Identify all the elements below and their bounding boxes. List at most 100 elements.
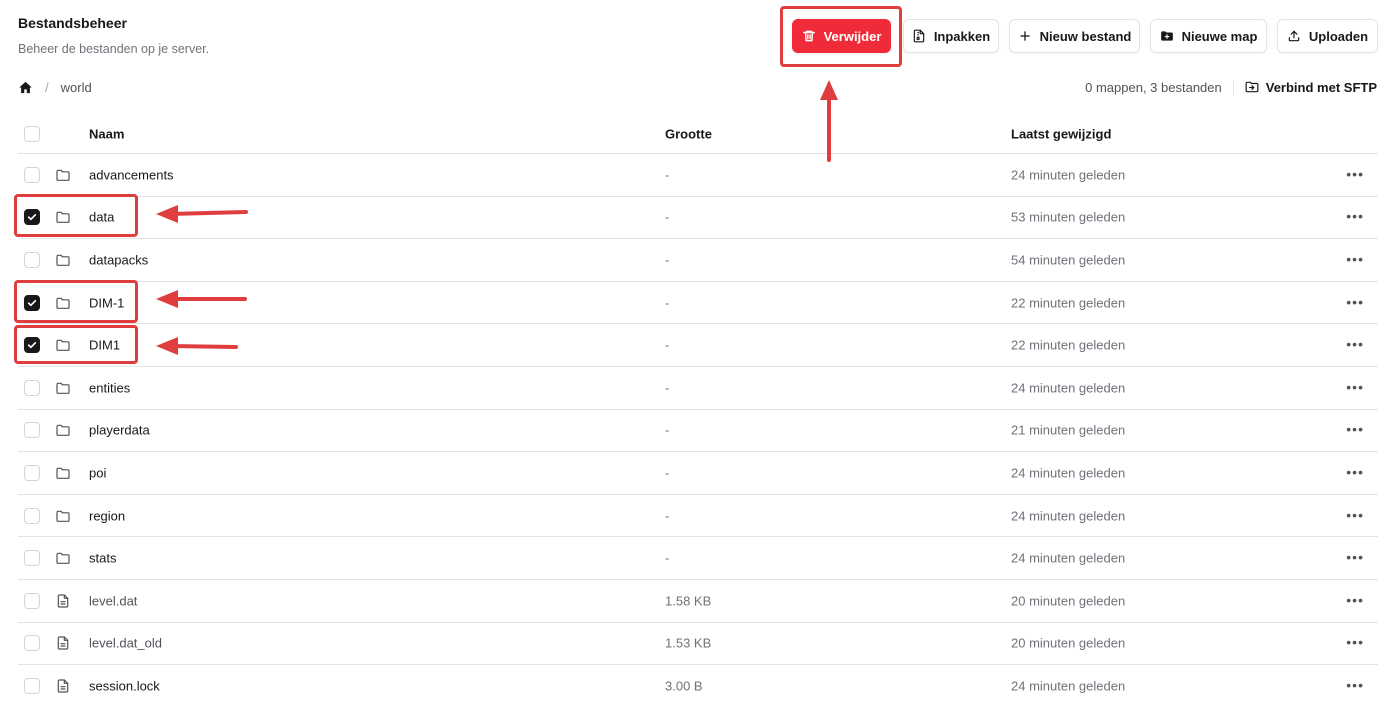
row-checkbox[interactable] bbox=[24, 464, 40, 481]
row-name[interactable]: stats bbox=[89, 551, 116, 566]
row-checkbox[interactable] bbox=[24, 294, 40, 311]
table-row[interactable]: level.dat 1.58 KB 20 minuten geleden ••• bbox=[18, 580, 1378, 623]
column-header-name[interactable]: Naam bbox=[89, 126, 124, 141]
folder-plus-icon bbox=[1160, 31, 1173, 41]
row-name[interactable]: entities bbox=[89, 380, 130, 395]
table-row[interactable]: entities - 24 minuten geleden ••• bbox=[18, 367, 1378, 410]
row-modified: 21 minuten geleden bbox=[1011, 422, 1126, 438]
row-menu-icon[interactable]: ••• bbox=[1346, 295, 1364, 309]
delete-button[interactable]: Verwijder bbox=[792, 19, 891, 53]
table-row[interactable]: poi - 24 minuten geleden ••• bbox=[18, 452, 1378, 495]
row-modified: 22 minuten geleden bbox=[1011, 337, 1126, 353]
table-row[interactable]: stats - 24 minuten geleden ••• bbox=[18, 537, 1378, 580]
row-menu-icon[interactable]: ••• bbox=[1346, 678, 1364, 692]
row-checkbox[interactable] bbox=[24, 422, 40, 439]
home-icon[interactable] bbox=[18, 80, 33, 95]
row-modified: 54 minuten geleden bbox=[1011, 252, 1126, 268]
trash-icon bbox=[802, 30, 815, 42]
plus-icon bbox=[1019, 31, 1030, 41]
row-checkbox[interactable] bbox=[24, 166, 40, 183]
row-modified: 53 minuten geleden bbox=[1011, 209, 1126, 225]
row-menu-icon[interactable]: ••• bbox=[1346, 380, 1364, 394]
row-menu-icon[interactable]: ••• bbox=[1346, 422, 1364, 436]
row-name[interactable]: region bbox=[89, 508, 125, 523]
row-name[interactable]: datapacks bbox=[89, 252, 148, 267]
row-checkbox[interactable] bbox=[24, 379, 40, 396]
row-size: 1.58 KB bbox=[665, 593, 712, 609]
file-icon bbox=[55, 635, 71, 651]
row-name[interactable]: playerdata bbox=[89, 423, 150, 438]
new-folder-button-label: Nieuwe map bbox=[1181, 28, 1258, 44]
folder-icon bbox=[55, 508, 71, 524]
folder-icon bbox=[55, 337, 71, 353]
row-checkbox[interactable] bbox=[24, 337, 40, 354]
new-file-button[interactable]: Nieuw bestand bbox=[1009, 19, 1140, 53]
table-row[interactable]: region - 24 minuten geleden ••• bbox=[18, 495, 1378, 538]
folder-icon bbox=[55, 422, 71, 438]
row-checkbox[interactable] bbox=[24, 592, 40, 609]
breadcrumb: / world bbox=[18, 78, 92, 96]
row-checkbox[interactable] bbox=[24, 209, 40, 226]
row-size: - bbox=[665, 337, 670, 353]
table-row[interactable]: datapacks - 54 minuten geleden ••• bbox=[18, 239, 1378, 282]
upload-button[interactable]: Uploaden bbox=[1277, 19, 1378, 53]
row-name[interactable]: level.dat_old bbox=[89, 636, 162, 651]
row-size: - bbox=[665, 465, 670, 481]
row-modified: 22 minuten geleden bbox=[1011, 295, 1126, 311]
row-checkbox[interactable] bbox=[24, 678, 40, 695]
file-archive-icon bbox=[913, 29, 925, 43]
row-checkbox[interactable] bbox=[24, 507, 40, 524]
row-menu-icon[interactable]: ••• bbox=[1346, 465, 1364, 479]
table-row[interactable]: data - 53 minuten geleden ••• bbox=[18, 197, 1378, 240]
row-name[interactable]: session.lock bbox=[89, 679, 160, 694]
row-menu-icon[interactable]: ••• bbox=[1346, 550, 1364, 564]
row-checkbox[interactable] bbox=[24, 251, 40, 268]
table-row[interactable]: level.dat_old 1.53 KB 20 minuten geleden ••… bbox=[18, 623, 1378, 666]
row-checkbox[interactable] bbox=[24, 635, 40, 652]
folder-icon bbox=[55, 209, 71, 225]
select-all-checkbox[interactable] bbox=[24, 125, 40, 142]
file-count: 0 mappen, 3 bestanden bbox=[1085, 79, 1234, 95]
row-name[interactable]: DIM-1 bbox=[89, 295, 124, 310]
row-size: - bbox=[665, 422, 670, 438]
row-menu-icon[interactable]: ••• bbox=[1346, 508, 1364, 522]
row-menu-icon[interactable]: ••• bbox=[1346, 635, 1364, 649]
new-file-button-label: Nieuw bestand bbox=[1039, 28, 1132, 44]
folder-icon bbox=[55, 252, 71, 268]
row-name[interactable]: poi bbox=[89, 465, 106, 480]
row-name[interactable]: DIM1 bbox=[89, 338, 120, 353]
row-menu-icon[interactable]: ••• bbox=[1346, 337, 1364, 351]
row-menu-icon[interactable]: ••• bbox=[1346, 209, 1364, 223]
row-modified: 24 minuten geleden bbox=[1011, 550, 1126, 566]
row-name[interactable]: level.dat bbox=[89, 593, 137, 608]
folder-icon bbox=[55, 465, 71, 481]
column-header-size[interactable]: Grootte bbox=[665, 126, 712, 141]
checkmark-icon bbox=[27, 342, 37, 349]
row-size: - bbox=[665, 167, 670, 183]
table-row[interactable]: DIM1 - 22 minuten geleden ••• bbox=[18, 324, 1378, 367]
row-checkbox[interactable] bbox=[24, 550, 40, 567]
row-menu-icon[interactable]: ••• bbox=[1346, 252, 1364, 266]
row-modified: 24 minuten geleden bbox=[1011, 380, 1126, 396]
row-modified: 24 minuten geleden bbox=[1011, 465, 1126, 481]
file-summary: 0 mappen, 3 bestanden Verbind met SFTP bbox=[1085, 78, 1377, 96]
table-row[interactable]: playerdata - 21 minuten geleden ••• bbox=[18, 410, 1378, 453]
row-menu-icon[interactable]: ••• bbox=[1346, 167, 1364, 181]
pack-button-label: Inpakken bbox=[933, 28, 991, 44]
row-name[interactable]: data bbox=[89, 210, 114, 225]
row-menu-icon[interactable]: ••• bbox=[1346, 593, 1364, 607]
table-row[interactable]: session.lock 3.00 B 24 minuten geleden ••• bbox=[18, 665, 1378, 708]
sftp-button[interactable]: Verbind met SFTP bbox=[1245, 80, 1377, 95]
new-folder-button[interactable]: Nieuwe map bbox=[1150, 19, 1267, 53]
breadcrumb-current[interactable]: world bbox=[61, 80, 92, 95]
table-row[interactable]: advancements - 24 minuten geleden ••• bbox=[18, 154, 1378, 197]
upload-icon bbox=[1288, 30, 1300, 42]
table-row[interactable]: DIM-1 - 22 minuten geleden ••• bbox=[18, 282, 1378, 325]
page-subtitle: Beheer de bestanden op je server. bbox=[18, 42, 210, 56]
pack-button[interactable]: Inpakken bbox=[903, 19, 999, 53]
breadcrumb-separator: / bbox=[45, 79, 49, 95]
column-header-modified[interactable]: Laatst gewijzigd bbox=[1011, 126, 1111, 141]
row-name[interactable]: advancements bbox=[89, 167, 174, 182]
file-icon bbox=[55, 678, 71, 694]
sftp-button-label: Verbind met SFTP bbox=[1265, 79, 1377, 95]
